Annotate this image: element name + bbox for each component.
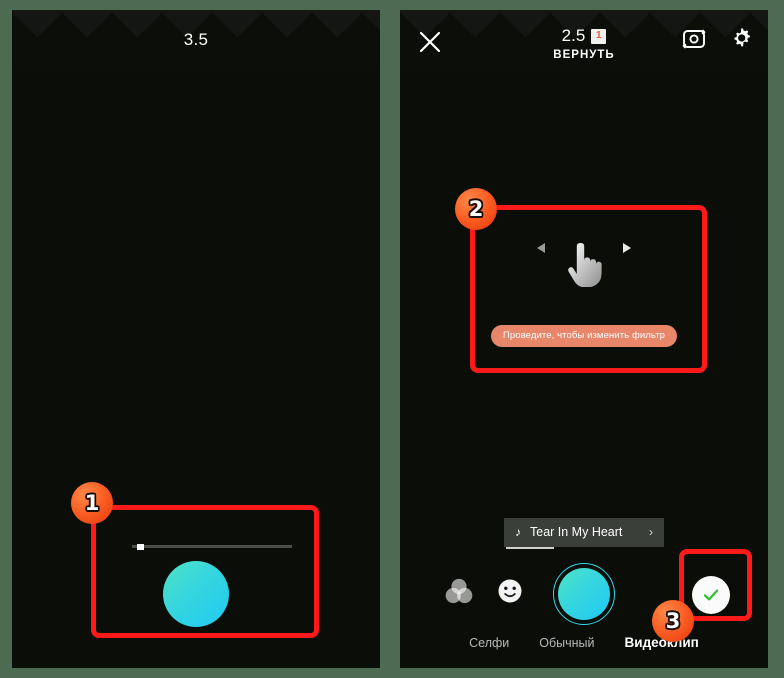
check-icon — [703, 589, 719, 601]
recording-timer-right: 2.5 — [561, 26, 586, 45]
music-underline — [506, 546, 554, 549]
recording-timer-left: 3.5 — [183, 30, 209, 49]
mode-tab-normal[interactable]: Обычный — [539, 636, 594, 650]
annotation-badge-3: 3 — [652, 600, 694, 642]
bottom-control-row — [400, 563, 768, 625]
music-title: Tear In My Heart — [530, 525, 623, 539]
recording-progress-bar[interactable] — [132, 543, 292, 550]
hand-glyph — [568, 243, 602, 287]
gear-icon[interactable] — [729, 26, 754, 51]
shutter-button-right[interactable] — [553, 563, 615, 625]
color-filters-icon[interactable] — [442, 575, 476, 609]
mode-tab-selfie[interactable]: Селфи — [469, 636, 509, 650]
top-icon-group — [681, 26, 754, 51]
top-bar: 2.5 1 ВЕРНУТЬ — [400, 26, 768, 70]
music-selector-button[interactable]: ♪ Tear In My Heart › — [504, 518, 664, 549]
arrow-right-icon — [604, 243, 633, 253]
swipe-hand-icon — [535, 243, 633, 287]
swipe-hand-row — [400, 235, 768, 297]
right-panel-body: 2.5 1 ВЕРНУТЬ Проведите, чтобы изменить … — [400, 10, 768, 668]
shutter-inner — [558, 568, 610, 620]
progress-handle[interactable] — [136, 543, 144, 550]
chevron-right-icon: › — [649, 525, 653, 539]
screenshot-root: 3.5 2.5 1 ВЕРНУТЬ Проведите, чтобы измен… — [0, 0, 784, 678]
arrow-left-icon — [535, 243, 564, 253]
mode-tab-bar: Селфи Обычный Видеоклип — [400, 635, 768, 650]
annotation-badge-2: 2 — [455, 188, 497, 230]
smiley-icon[interactable] — [495, 576, 525, 606]
camera-flip-icon[interactable] — [681, 28, 707, 50]
right-phone-panel: 2.5 1 ВЕРНУТЬ Проведите, чтобы изменить … — [400, 10, 768, 668]
swipe-filter-hint: Проведите, чтобы изменить фильтр — [400, 235, 768, 347]
confirm-button[interactable] — [692, 576, 730, 614]
music-note-icon: ♪ — [515, 525, 521, 539]
shutter-button-left[interactable] — [163, 561, 229, 627]
swipe-filter-hint-text: Проведите, чтобы изменить фильтр — [490, 325, 678, 347]
annotation-badge-1: 1 — [71, 482, 113, 524]
left-panel-body: 3.5 — [12, 10, 380, 668]
left-phone-panel: 3.5 — [12, 10, 380, 668]
segment-count-badge: 1 — [591, 28, 607, 44]
